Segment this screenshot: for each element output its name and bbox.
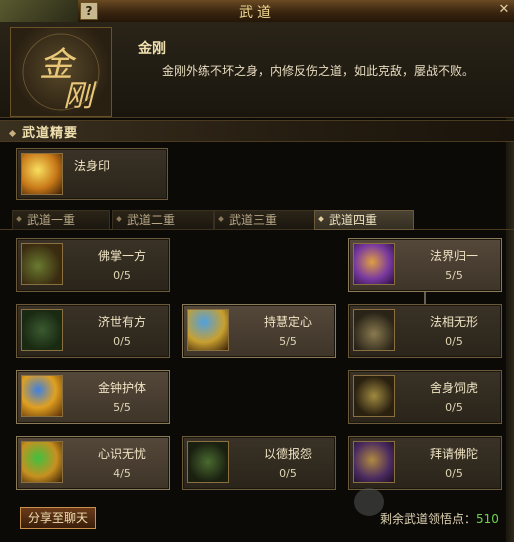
skill-progress: 0/5: [445, 401, 463, 414]
share-to-chat-button[interactable]: 分享至聊天: [20, 507, 96, 529]
tab-realm-1[interactable]: 武道一重: [12, 210, 110, 230]
skill-name: 法界归一: [429, 249, 478, 263]
skill-progress: 0/5: [113, 335, 131, 348]
buddha-palm-icon: [21, 243, 63, 285]
skill-progress: 5/5: [279, 335, 297, 348]
path-emblem-icon: 金 刚: [22, 33, 100, 114]
formless-icon: [353, 309, 395, 351]
skill-progress: 4/5: [113, 467, 131, 480]
remaining-points: 剩余武道领悟点：510: [380, 510, 499, 527]
svg-text:刚: 刚: [63, 79, 97, 114]
skill-card-baiqing[interactable]: 拜请佛陀 0/5: [348, 436, 502, 490]
skill-name: 金钟护体: [97, 381, 146, 395]
diamond-icon: [318, 216, 324, 222]
wisdom-icon: [187, 309, 229, 351]
skill-progress: 0/5: [445, 467, 463, 480]
skill-progress: 0/5: [113, 269, 131, 282]
diamond-icon: [116, 216, 122, 222]
skill-name: 法相无形: [429, 315, 478, 329]
remaining-points-label: 剩余武道领悟点：: [380, 512, 477, 526]
golden-bell-icon: [21, 375, 63, 417]
dharma-realm-icon: [353, 243, 395, 285]
tab-label: 武道二重: [127, 213, 176, 227]
skill-card-yide[interactable]: 以德报怨 0/5: [182, 436, 336, 490]
carefree-mind-icon: [21, 441, 63, 483]
window-title: 武道: [239, 5, 275, 21]
buddha-prayer-icon: [353, 441, 395, 483]
skill-card-faxiang[interactable]: 法相无形 0/5: [348, 304, 502, 358]
path-description: 金刚外练不坏之身，内修反伤之道，如此克敌，屡战不败。: [162, 64, 475, 78]
diamond-icon: [218, 216, 224, 222]
path-name: 金刚: [138, 41, 166, 57]
skill-card-jishi[interactable]: 济世有方 0/5: [16, 304, 170, 358]
remaining-points-value: 510: [476, 512, 499, 526]
section-title-text: 武道精要: [22, 126, 79, 141]
skill-name: 舍身饲虎: [429, 381, 478, 395]
essence-skill-name: 法身印: [73, 159, 110, 173]
skill-progress: 0/5: [445, 335, 463, 348]
virtue-icon: [187, 441, 229, 483]
diamond-icon: [16, 216, 22, 222]
skill-progress: 0/5: [279, 467, 297, 480]
essence-skill-card[interactable]: 法身印: [16, 148, 168, 200]
skill-name: 拜请佛陀: [429, 447, 478, 461]
tab-realm-3[interactable]: 武道三重: [214, 210, 316, 230]
skill-card-chihui[interactable]: 持慧定心 5/5: [182, 304, 336, 358]
tab-realm-2[interactable]: 武道二重: [112, 210, 214, 230]
tab-label: 武道一重: [27, 213, 76, 227]
skill-progress: 5/5: [445, 269, 463, 282]
skill-name: 以德报怨: [263, 447, 312, 461]
golden-seal-icon: [21, 153, 63, 195]
path-emblem: 金 刚: [10, 27, 112, 117]
sacrifice-icon: [353, 375, 395, 417]
skill-name: 心识无忧: [97, 447, 146, 461]
skill-card-sheshen[interactable]: 舍身饲虎 0/5: [348, 370, 502, 424]
tab-realm-4[interactable]: 武道四重: [314, 210, 414, 230]
skill-card-fozhang[interactable]: 佛掌一方 0/5: [16, 238, 170, 292]
skill-name: 持慧定心: [263, 315, 312, 329]
skill-name: 佛掌一方: [97, 249, 146, 263]
skill-card-fajie[interactable]: 法界归一 5/5: [348, 238, 502, 292]
swastika-icon: [21, 309, 63, 351]
close-button[interactable]: ✕: [497, 2, 511, 18]
skill-progress: 5/5: [113, 401, 131, 414]
skill-name: 济世有方: [97, 315, 146, 329]
skill-card-xinshi[interactable]: 心识无忧 4/5: [16, 436, 170, 490]
skill-card-jinzhong[interactable]: 金钟护体 5/5: [16, 370, 170, 424]
skill-connector: [424, 290, 426, 304]
diamond-icon: [8, 129, 17, 138]
tab-label: 武道四重: [329, 213, 378, 227]
section-title: 武道精要: [8, 122, 79, 141]
tab-label: 武道三重: [229, 213, 278, 227]
